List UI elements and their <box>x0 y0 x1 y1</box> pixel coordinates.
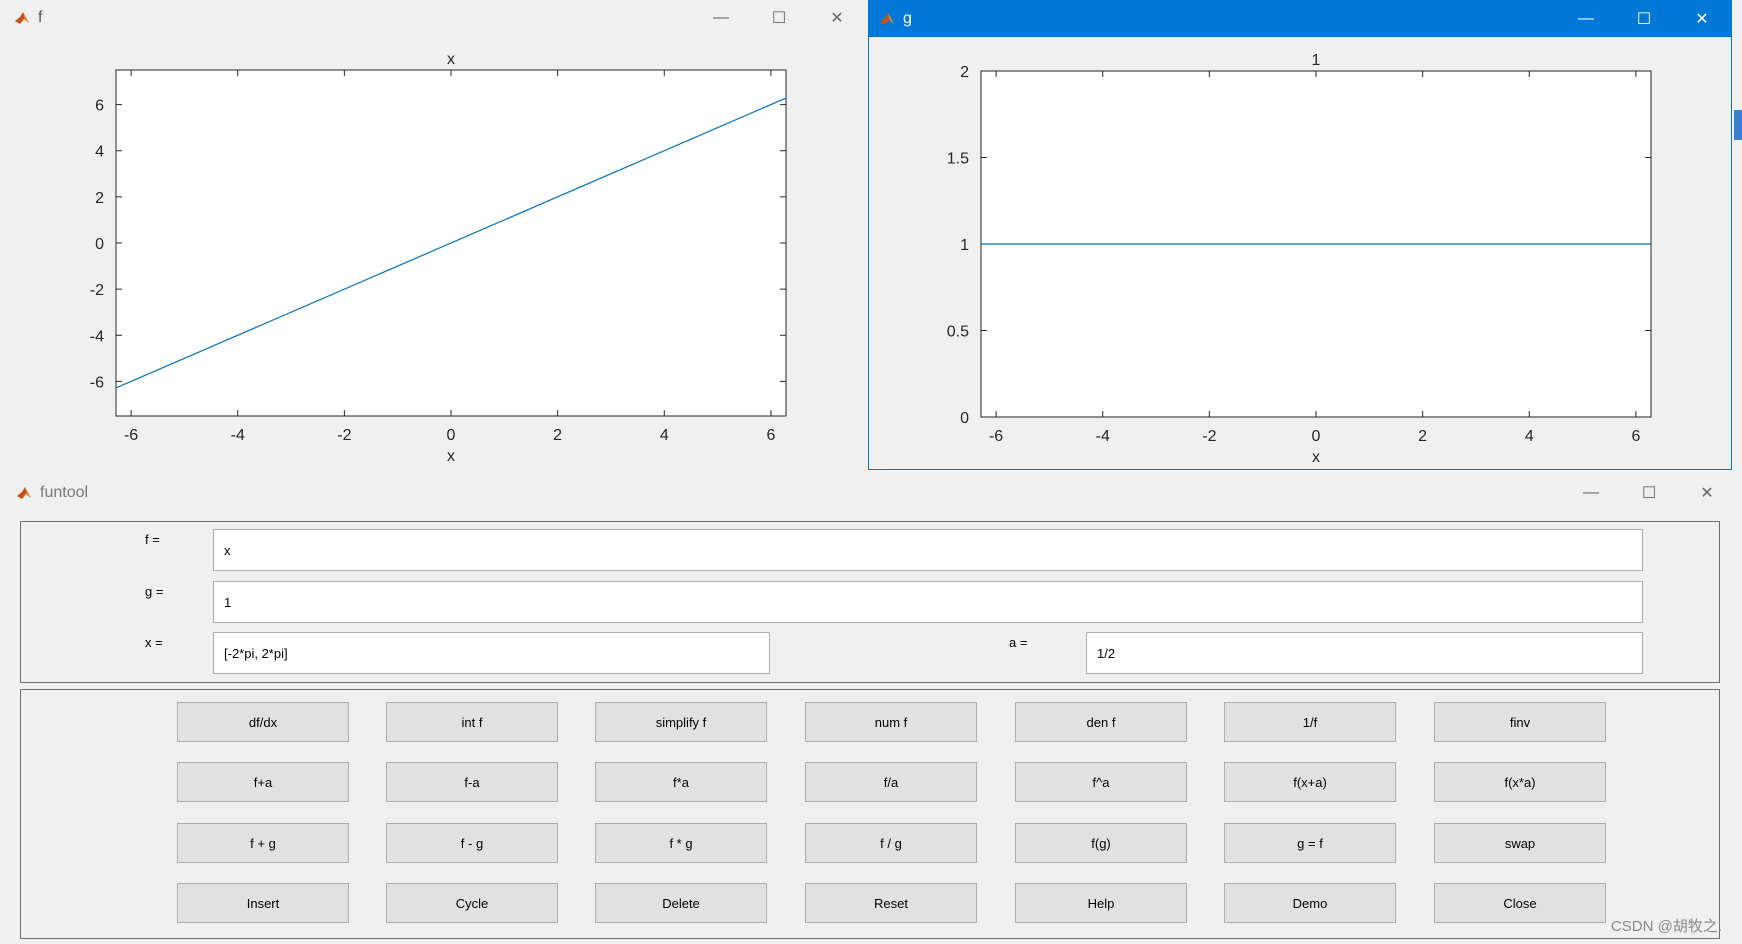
x-tick-label: -6 <box>124 427 138 444</box>
button-f-g[interactable]: f(g) <box>1015 823 1187 863</box>
button-f-a[interactable]: f^a <box>1015 762 1187 802</box>
button-demo[interactable]: Demo <box>1224 883 1396 923</box>
button-f-a[interactable]: f/a <box>805 762 977 802</box>
button-simplify-f[interactable]: simplify f <box>595 702 767 742</box>
button-f-a[interactable]: f-a <box>386 762 558 802</box>
figure-window-g: g — ☐ ✕ -6 -4 -2 0 2 4 6 0 0.5 1 1.5 2 1 x <box>868 0 1732 470</box>
button-reset[interactable]: Reset <box>805 883 977 923</box>
button-close[interactable]: Close <box>1434 883 1606 923</box>
close-icon[interactable]: ✕ <box>1678 476 1736 510</box>
minimize-icon[interactable]: — <box>1562 476 1620 510</box>
x-tick-label: 2 <box>553 427 562 444</box>
title-bar[interactable]: f — ☐ ✕ <box>4 0 866 36</box>
y-tick-label: 4 <box>95 144 104 161</box>
button-num-f[interactable]: num f <box>805 702 977 742</box>
y-tick-label: 2 <box>960 64 969 81</box>
x-tick-label: -4 <box>231 427 245 444</box>
f-label: f = <box>145 532 160 547</box>
title-bar[interactable]: g — ☐ ✕ <box>869 1 1731 37</box>
x-axis-label: x <box>447 448 455 465</box>
window-title: g <box>903 10 912 27</box>
close-icon[interactable]: ✕ <box>1673 1 1731 37</box>
matlab-logo-icon <box>15 12 29 24</box>
x-tick-label: -2 <box>337 427 351 444</box>
button-f-g[interactable]: f / g <box>805 823 977 863</box>
button-cycle[interactable]: Cycle <box>386 883 558 923</box>
x-tick-label: -6 <box>989 428 1003 445</box>
y-tick-label: -6 <box>90 374 104 391</box>
y-tick-label: 6 <box>95 98 104 115</box>
minimize-icon[interactable]: — <box>692 0 750 36</box>
x-tick-label: -4 <box>1096 428 1110 445</box>
y-tick-label: -4 <box>90 328 104 345</box>
plot-area[interactable]: -6 -4 -2 0 2 4 6 0 0.5 1 1.5 2 1 x <box>869 37 1731 471</box>
x-tick-label: 4 <box>660 427 669 444</box>
button-f-g[interactable]: f * g <box>595 823 767 863</box>
funtool-window: funtool — ☐ ✕ f = x g = 1 x = [-2*pi, 2*… <box>6 476 1736 944</box>
y-tick-label: 2 <box>95 190 104 207</box>
button-delete[interactable]: Delete <box>595 883 767 923</box>
button-f-x-a[interactable]: f(x+a) <box>1224 762 1396 802</box>
f-input[interactable]: x <box>213 529 1643 571</box>
button-den-f[interactable]: den f <box>1015 702 1187 742</box>
button-panel: df/dx int f simplify f num f den f 1/f finv f+a… <box>20 689 1720 939</box>
button-help[interactable]: Help <box>1015 883 1187 923</box>
background-window-edge <box>1734 110 1742 140</box>
window-title: funtool <box>40 484 89 501</box>
button-f-a[interactable]: f*a <box>595 762 767 802</box>
close-icon[interactable]: ✕ <box>808 0 866 36</box>
plot-area[interactable]: -6 -4 -2 0 2 4 6 -6 -4 -2 0 2 4 6 x x <box>4 36 866 470</box>
maximize-icon[interactable]: ☐ <box>1615 1 1673 37</box>
button-df-dx[interactable]: df/dx <box>177 702 349 742</box>
button-finv[interactable]: finv <box>1434 702 1606 742</box>
y-tick-label: 0.5 <box>947 324 969 341</box>
x-tick-label: -2 <box>1202 428 1216 445</box>
chart-title: 1 <box>1312 52 1321 69</box>
g-input[interactable]: 1 <box>213 581 1643 623</box>
x-tick-label: 4 <box>1525 428 1534 445</box>
x-input[interactable]: [-2*pi, 2*pi] <box>213 632 770 674</box>
matlab-logo-icon <box>880 13 894 25</box>
maximize-icon[interactable]: ☐ <box>1620 476 1678 510</box>
button-swap[interactable]: swap <box>1434 823 1606 863</box>
title-bar[interactable]: funtool — ☐ ✕ <box>6 476 1736 510</box>
button-f-a[interactable]: f+a <box>177 762 349 802</box>
button-f-x-a[interactable]: f(x*a) <box>1434 762 1606 802</box>
button-insert[interactable]: Insert <box>177 883 349 923</box>
button-f-g[interactable]: f - g <box>386 823 558 863</box>
button-g-f[interactable]: g = f <box>1224 823 1396 863</box>
figure-window-f: f — ☐ ✕ -6 -4 -2 0 2 4 6 -6 -4 -2 0 2 4 6 x x <box>4 0 866 470</box>
g-label: g = <box>145 584 164 599</box>
x-tick-label: 6 <box>1631 428 1640 445</box>
y-tick-label: 1.5 <box>947 151 969 168</box>
window-title: f <box>38 9 43 26</box>
a-input[interactable]: 1/2 <box>1086 632 1643 674</box>
x-tick-label: 2 <box>1418 428 1427 445</box>
x-label: x = <box>145 635 163 650</box>
input-panel: f = x g = 1 x = [-2*pi, 2*pi] a = 1/2 <box>20 521 1720 683</box>
maximize-icon[interactable]: ☐ <box>750 0 808 36</box>
button-1-f[interactable]: 1/f <box>1224 702 1396 742</box>
button-int-f[interactable]: int f <box>386 702 558 742</box>
y-tick-label: -2 <box>90 282 104 299</box>
watermark: CSDN @胡牧之. <box>1610 918 1722 935</box>
a-label: a = <box>1009 635 1028 650</box>
y-tick-label: 0 <box>960 410 969 427</box>
minimize-icon[interactable]: — <box>1557 1 1615 37</box>
x-axis-label: x <box>1312 449 1320 466</box>
y-tick-label: 1 <box>960 237 969 254</box>
x-tick-label: 6 <box>766 427 775 444</box>
button-f-g[interactable]: f + g <box>177 823 349 863</box>
chart-title: x <box>447 51 455 68</box>
y-tick-label: 0 <box>95 236 104 253</box>
matlab-logo-icon <box>17 487 31 499</box>
x-tick-label: 0 <box>1312 428 1321 445</box>
x-tick-label: 0 <box>447 427 456 444</box>
